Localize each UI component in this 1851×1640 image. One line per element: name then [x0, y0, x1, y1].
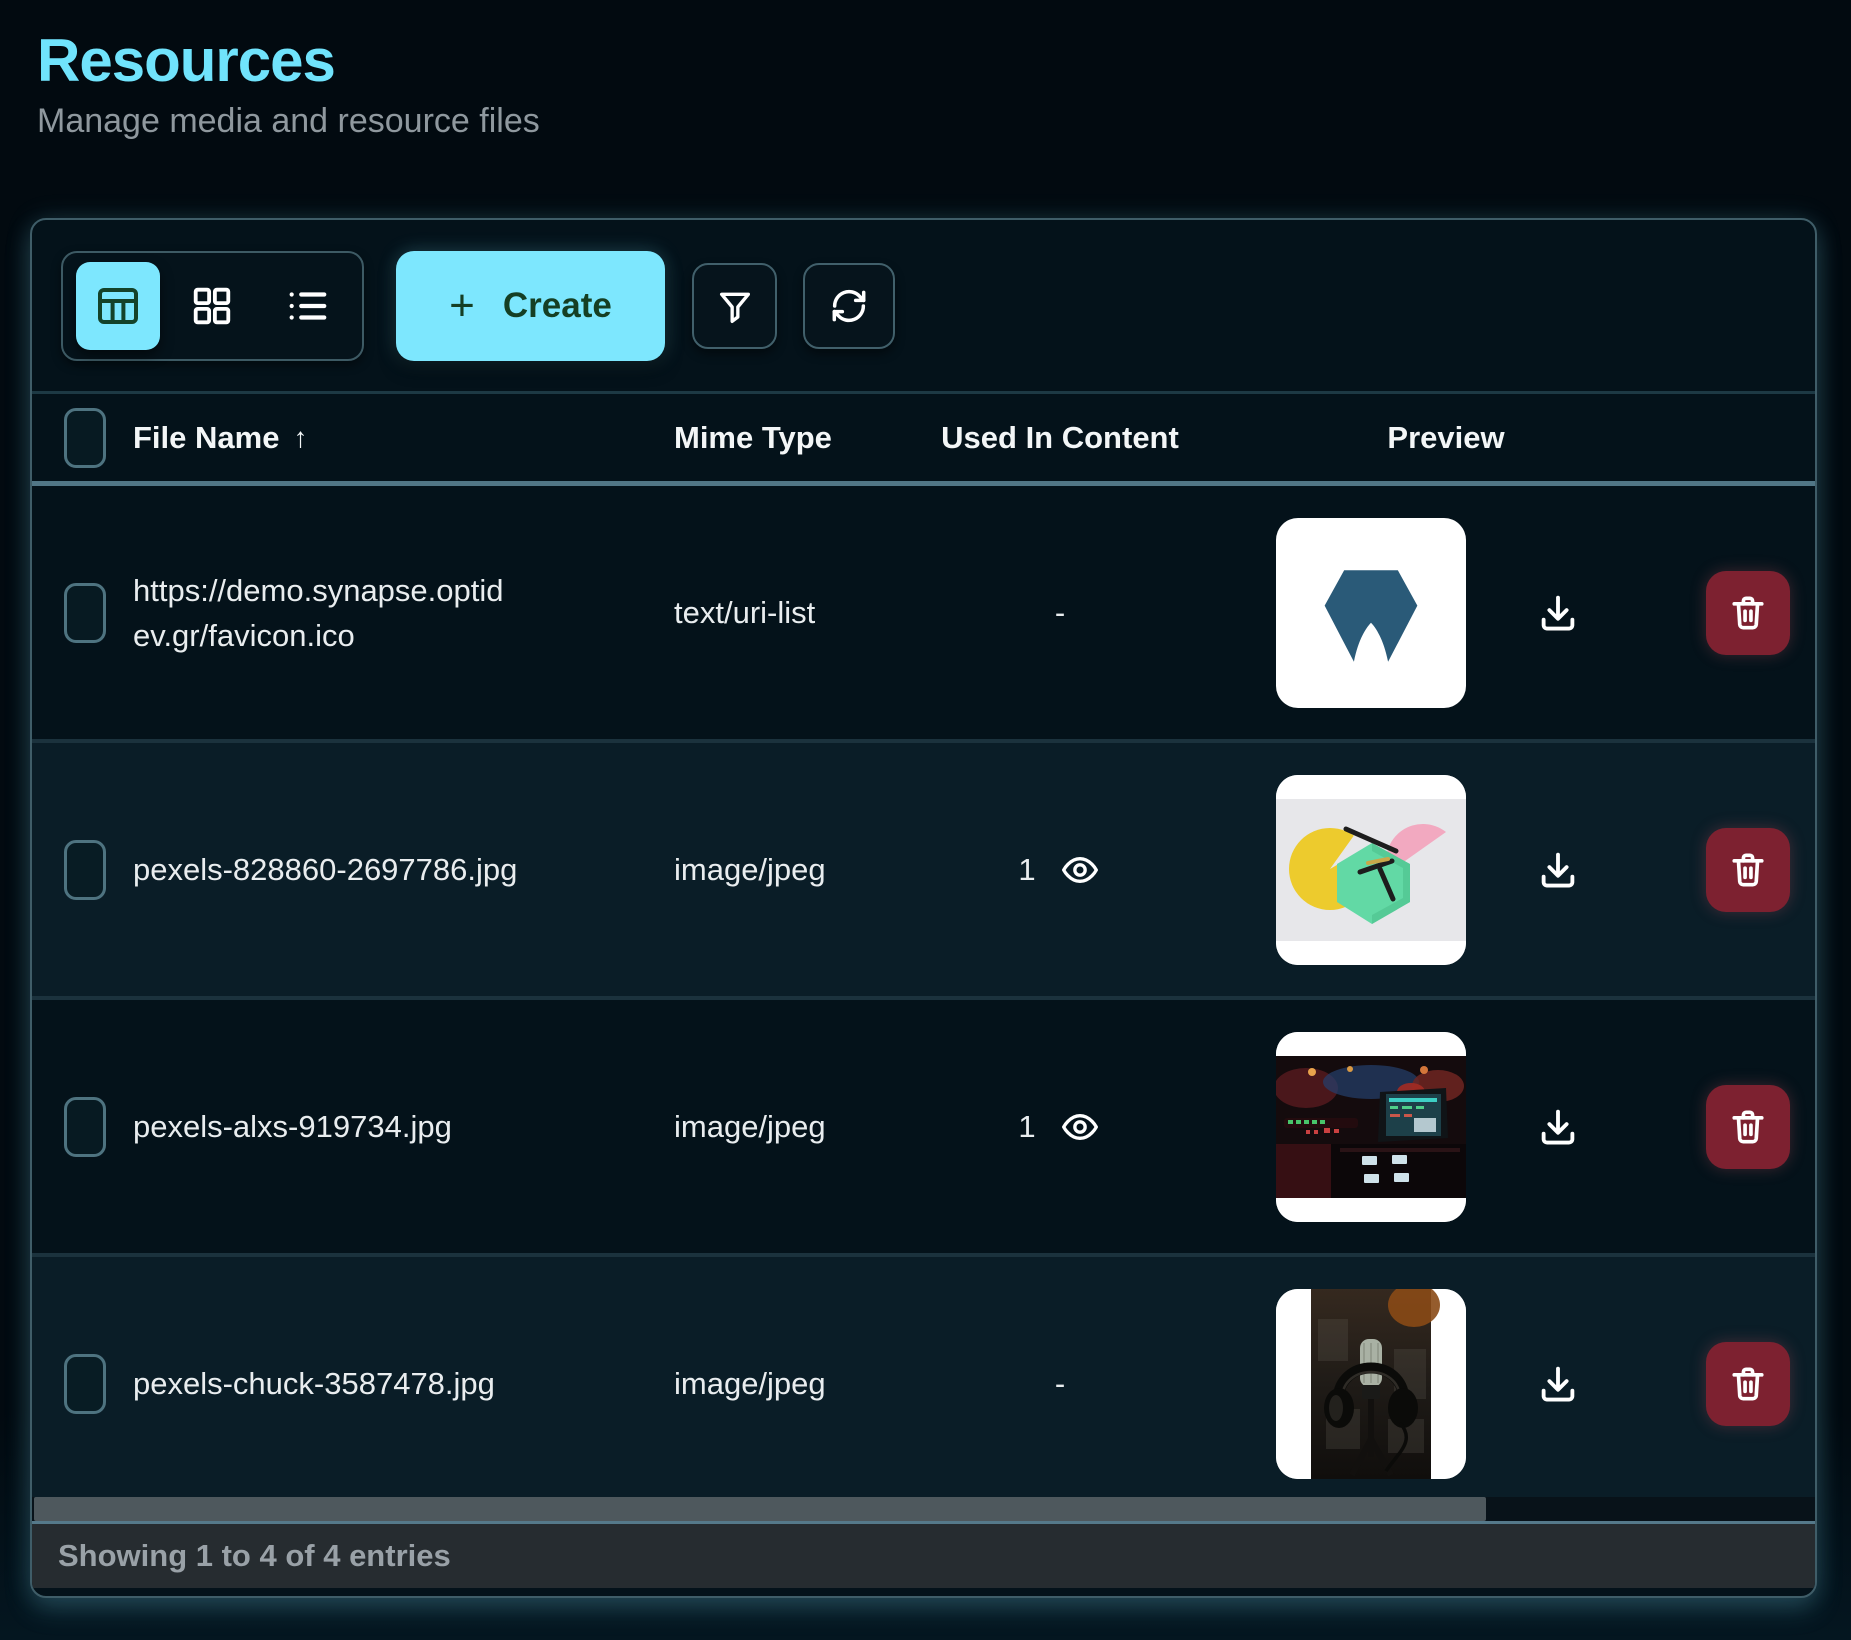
table-row: pexels-alxs-919734.jpg image/jpeg 1: [32, 1000, 1815, 1257]
mime-type-cell: image/jpeg: [674, 852, 874, 888]
dj-equipment-night-image: [1276, 1032, 1466, 1222]
row-checkbox[interactable]: [64, 1097, 106, 1157]
used-in-content-cell: -: [1055, 1366, 1065, 1402]
table-row: pexels-828860-2697786.jpg image/jpeg 1: [32, 743, 1815, 1000]
trash-icon: [1726, 848, 1770, 892]
table-view-icon: [94, 282, 142, 330]
download-button[interactable]: [1535, 847, 1581, 893]
sort-ascending-icon: ↑: [293, 422, 307, 454]
file-name-cell: pexels-828860-2697786.jpg: [133, 847, 613, 892]
filter-icon: [715, 286, 755, 326]
trash-icon: [1726, 591, 1770, 635]
plus-icon: +: [449, 284, 475, 328]
table-row: pexels-chuck-3587478.jpg image/jpeg -: [32, 1257, 1815, 1497]
mime-type-cell: image/jpeg: [674, 1109, 874, 1145]
file-name-cell: https://demo.synapse.optidev.gr/favicon.…: [133, 568, 505, 658]
delete-button[interactable]: [1706, 828, 1790, 912]
table-body: https://demo.synapse.optidev.gr/favicon.…: [32, 486, 1815, 1497]
download-button[interactable]: [1535, 1104, 1581, 1150]
row-checkbox[interactable]: [64, 1354, 106, 1414]
filter-button[interactable]: [692, 263, 777, 349]
create-button[interactable]: + Create: [396, 251, 665, 361]
row-checkbox[interactable]: [64, 840, 106, 900]
column-header-preview[interactable]: Preview: [1351, 420, 1541, 456]
select-all-checkbox[interactable]: [64, 408, 106, 468]
resources-panel: + Create F: [30, 218, 1817, 1598]
delete-button[interactable]: [1706, 1342, 1790, 1426]
table-view-button[interactable]: [76, 262, 160, 350]
file-name-cell: pexels-chuck-3587478.jpg: [133, 1361, 613, 1406]
trash-icon: [1726, 1105, 1770, 1149]
eye-icon[interactable]: [1058, 1107, 1102, 1147]
list-view-button[interactable]: [265, 262, 349, 350]
hexagon-logo-favicon-image: [1310, 552, 1432, 674]
used-in-content-cell: -: [1055, 595, 1065, 631]
delete-button[interactable]: [1706, 1085, 1790, 1169]
refresh-button[interactable]: [803, 263, 895, 349]
eye-icon[interactable]: [1058, 850, 1102, 890]
column-header-mime-type[interactable]: Mime Type: [674, 420, 874, 456]
refresh-icon: [828, 285, 870, 327]
horizontal-scrollbar-track[interactable]: [32, 1497, 1815, 1521]
download-button[interactable]: [1535, 590, 1581, 636]
panel-footer: Showing 1 to 4 of 4 entries: [32, 1521, 1815, 1588]
download-button[interactable]: [1535, 1361, 1581, 1407]
mime-type-cell: image/jpeg: [674, 1366, 874, 1402]
list-view-icon: [284, 283, 330, 329]
preview-thumbnail[interactable]: [1276, 775, 1466, 965]
toolbar: + Create: [32, 220, 1815, 394]
table-header: File Name ↑ Mime Type Used In Content Pr…: [32, 394, 1815, 486]
used-in-content-cell: 1: [1018, 1109, 1035, 1145]
create-button-label: Create: [503, 286, 612, 326]
preview-thumbnail[interactable]: [1276, 1289, 1466, 1479]
grid-view-icon: [189, 283, 235, 329]
table-row: https://demo.synapse.optidev.gr/favicon.…: [32, 486, 1815, 743]
used-in-content-cell: 1: [1018, 852, 1035, 888]
preview-thumbnail[interactable]: [1276, 1032, 1466, 1222]
view-mode-toggle: [61, 251, 364, 361]
page-title: Resources: [37, 26, 1851, 95]
delete-button[interactable]: [1706, 571, 1790, 655]
entries-status-text: Showing 1 to 4 of 4 entries: [58, 1538, 451, 1574]
file-name-cell: pexels-alxs-919734.jpg: [133, 1104, 613, 1149]
column-header-used-in-content[interactable]: Used In Content: [940, 420, 1180, 456]
grid-view-button[interactable]: [170, 262, 254, 350]
colorful-paper-shapes-image: [1276, 775, 1466, 965]
column-header-file-name[interactable]: File Name ↑: [133, 420, 613, 456]
preview-thumbnail[interactable]: [1276, 518, 1466, 708]
mime-type-cell: text/uri-list: [674, 595, 874, 631]
row-checkbox[interactable]: [64, 583, 106, 643]
file-name-header-label: File Name: [133, 420, 279, 456]
horizontal-scrollbar-thumb[interactable]: [34, 1497, 1486, 1521]
headphones-on-microphone-image: [1276, 1289, 1466, 1479]
trash-icon: [1726, 1362, 1770, 1406]
page-subtitle: Manage media and resource files: [37, 101, 1851, 141]
